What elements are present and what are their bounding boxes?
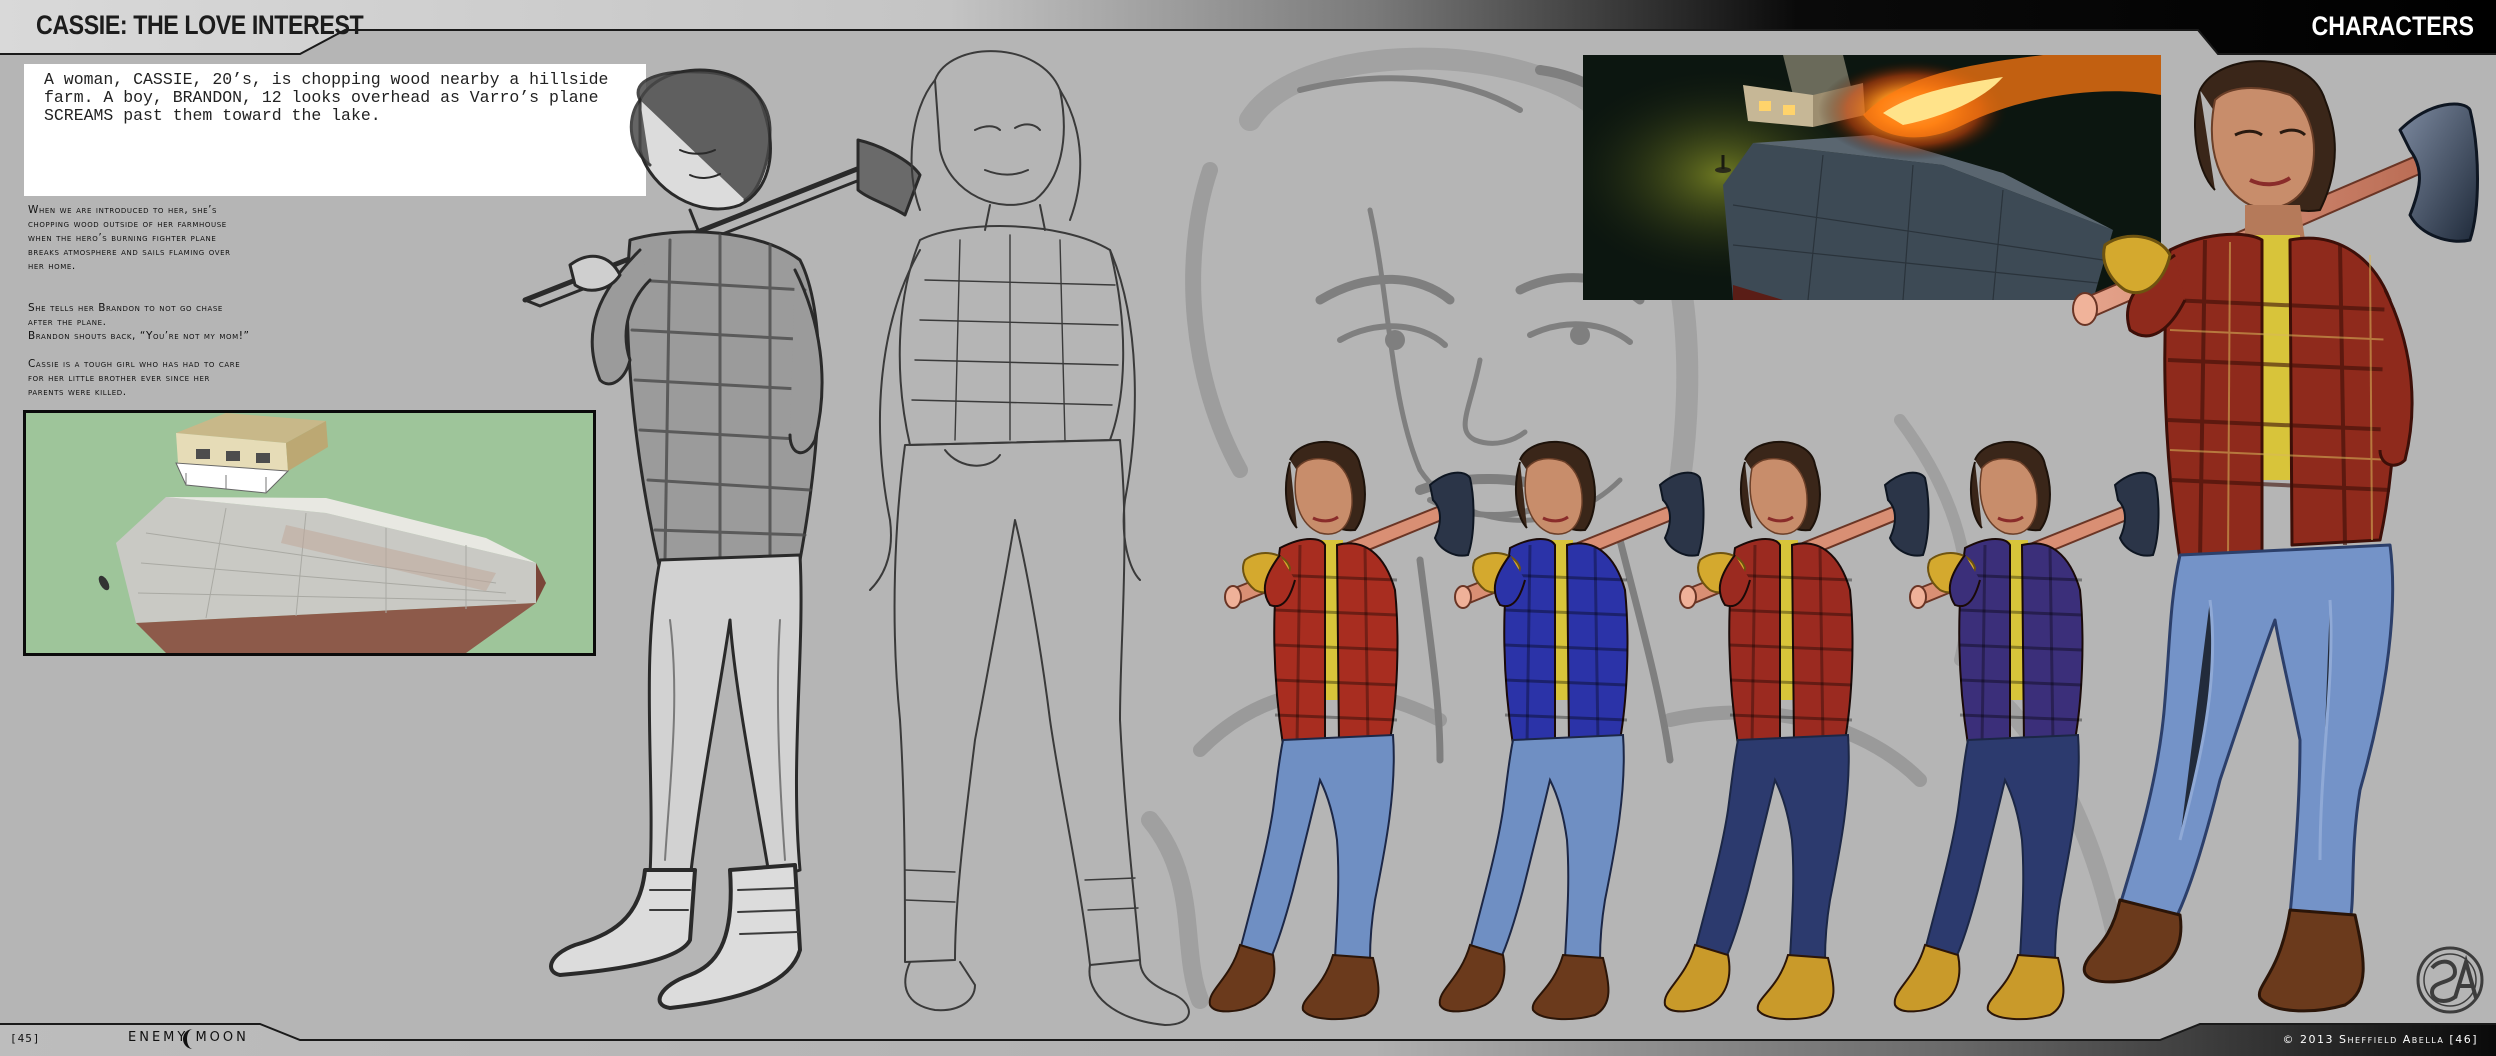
axe-knob — [1224, 585, 1242, 609]
axe-knob — [1909, 585, 1927, 609]
left-boot — [1438, 943, 1506, 1013]
jeans — [1693, 733, 1850, 962]
enemy-moon-logo: ENEMY MOON — [128, 1030, 249, 1045]
left-boot — [1663, 943, 1731, 1013]
jeans — [1923, 733, 2080, 962]
copyright-notice: © 2013 Sheffield Abella [46] — [2282, 1033, 2478, 1046]
axe-knob — [1454, 585, 1472, 609]
color-variant-3 — [1663, 440, 1930, 1021]
right-boot — [1756, 953, 1835, 1021]
character-figures — [522, 50, 2484, 1026]
color-variant-group — [1208, 440, 2160, 1021]
axe-knob — [1679, 585, 1697, 609]
face — [1979, 457, 2038, 535]
right-boot — [1301, 953, 1380, 1021]
right-boot — [1986, 953, 2065, 1021]
concept-art-page: CASSIE: THE LOVE INTEREST CHARACTERS A w… — [0, 0, 2496, 1056]
right-boot — [1531, 953, 1610, 1021]
sa-monogram-seal-icon — [2416, 946, 2484, 1014]
pencil-sketch-line — [869, 50, 1190, 1026]
color-variant-1 — [1208, 440, 1475, 1021]
face — [1524, 457, 1583, 535]
jeans — [1238, 733, 1395, 962]
pencil-sketch-shaded — [522, 68, 922, 1010]
face — [1294, 457, 1353, 535]
face — [1749, 457, 1808, 535]
left-boot — [1893, 943, 1961, 1013]
left-page-number: [45] — [10, 1032, 41, 1045]
jeans — [1468, 733, 1625, 962]
left-boot — [1208, 943, 1276, 1013]
color-variant-2 — [1438, 440, 1705, 1021]
